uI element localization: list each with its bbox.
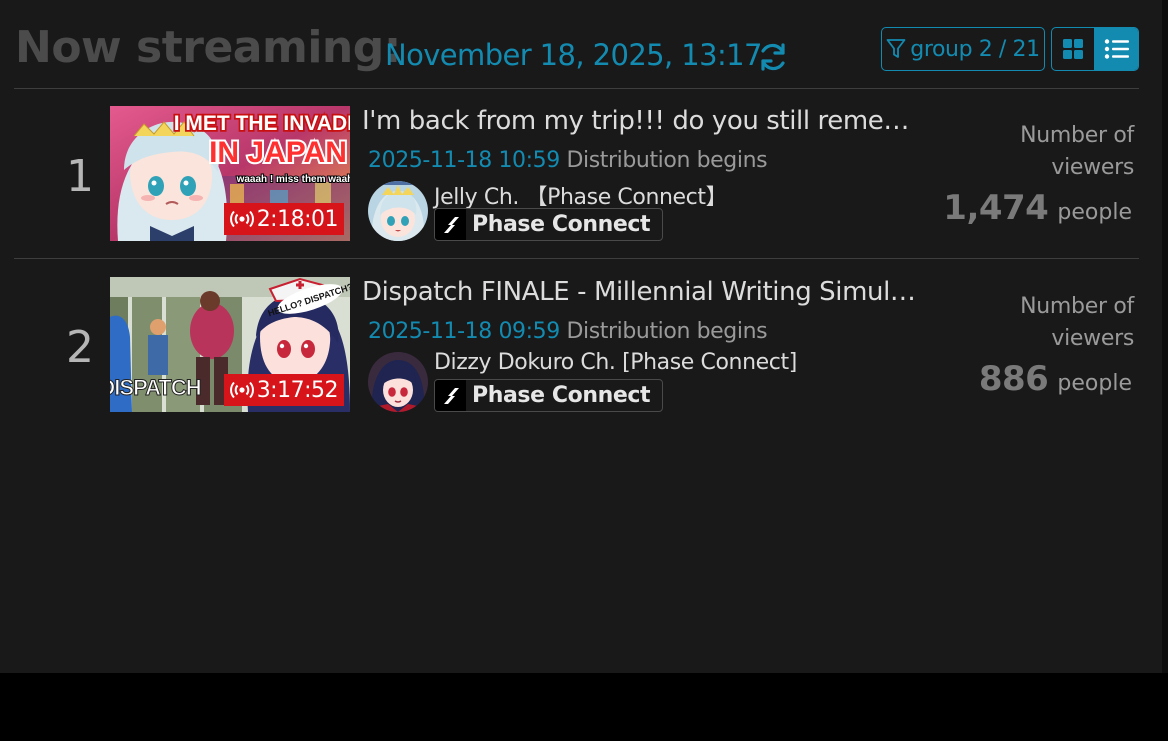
page-title: Now streaming: xyxy=(15,22,401,73)
start-time: 2025-11-18 09:59 xyxy=(368,319,560,344)
thumbnail-caption-2: IN JAPAN xyxy=(209,136,347,169)
stream-rank: 1 xyxy=(66,151,94,202)
refresh-button[interactable] xyxy=(757,41,789,73)
page-header: Now streaming: November 18, 2025, 13:17 … xyxy=(0,0,1162,89)
viewers-label: Number of viewers xyxy=(1020,294,1134,351)
stream-thumbnail[interactable]: HELLO? DISPATCH? DISPATCH 3:17:52 xyxy=(110,277,350,412)
avatar-image xyxy=(368,352,428,412)
header-divider xyxy=(14,88,1139,89)
list-view-button[interactable] xyxy=(1095,28,1138,70)
refresh-icon xyxy=(761,43,785,71)
viewer-unit: people xyxy=(1057,371,1132,396)
viewer-unit: people xyxy=(1057,200,1132,225)
stream-title[interactable]: I'm back from my trip!!! do you still re… xyxy=(362,106,929,136)
filter-icon xyxy=(886,39,906,58)
row-divider xyxy=(14,258,1139,259)
stream-title[interactable]: Dispatch FINALE - Millennial Writing Sim… xyxy=(362,277,929,307)
channel-name[interactable]: Jelly Ch. 【Phase Connect】 xyxy=(434,179,728,211)
stream-row: 1 I MET THE INVAD IN JAPAN waaah ! miss … xyxy=(0,106,1162,266)
channel-avatar[interactable] xyxy=(368,181,428,241)
viewer-count: 1,474 people xyxy=(943,188,1132,228)
avatar-image xyxy=(368,181,428,241)
live-broadcast-icon xyxy=(229,381,254,399)
current-timestamp: November 18, 2025, 13:17 xyxy=(385,38,762,72)
stream-row: 2 HELLO? DISPATCH? ISPATCH 3:17:52 Dispa… xyxy=(0,277,1162,437)
live-broadcast-icon xyxy=(229,210,254,228)
view-toggle xyxy=(1051,27,1139,71)
viewer-number: 1,474 xyxy=(943,188,1049,228)
start-label: Distribution begins xyxy=(566,319,768,344)
start-label: Distribution begins xyxy=(566,148,768,173)
grid-view-button[interactable] xyxy=(1052,28,1096,70)
thumbnail-caption-1: I MET THE INVADERS xyxy=(174,112,350,135)
organization-badge[interactable]: Phase Connect xyxy=(434,208,664,241)
organization-name: Phase Connect xyxy=(472,383,651,408)
thumbnail-caption-3: waaah ! miss them waahh xyxy=(236,174,350,185)
viewer-number: 886 xyxy=(978,359,1049,399)
stream-thumbnail[interactable]: I MET THE INVADERS IN JAPAN waaah ! miss… xyxy=(110,106,350,241)
stream-start: 2025-11-18 09:59 Distribution begins xyxy=(368,319,768,344)
scrollbar-track[interactable] xyxy=(1162,0,1168,673)
phase-connect-logo-icon xyxy=(435,209,466,240)
live-duration: 3:17:52 xyxy=(256,377,339,403)
stream-start: 2025-11-18 10:59 Distribution begins xyxy=(368,148,768,173)
list-view-icon xyxy=(1104,39,1129,59)
channel-avatar[interactable] xyxy=(368,352,428,412)
group-filter-label: group 2 / 21 xyxy=(910,36,1040,62)
app-window: Now streaming: November 18, 2025, 13:17 … xyxy=(0,0,1162,673)
viewer-count: 886 people xyxy=(979,359,1132,399)
stream-rank: 2 xyxy=(66,322,94,373)
viewers-label: Number of viewers xyxy=(1020,123,1134,180)
live-duration: 2:18:01 xyxy=(256,206,339,232)
start-time: 2025-11-18 10:59 xyxy=(368,148,560,173)
phase-connect-logo-icon xyxy=(435,380,466,411)
live-duration-badge: 3:17:52 xyxy=(223,374,344,406)
organization-name: Phase Connect xyxy=(472,212,651,237)
group-filter-button[interactable]: group 2 / 21 xyxy=(881,27,1045,71)
live-duration-badge: 2:18:01 xyxy=(223,203,344,235)
grid-view-icon xyxy=(1063,39,1083,59)
channel-name[interactable]: Dizzy Dokuro Ch. [Phase Connect] xyxy=(434,350,797,375)
thumbnail-logo: DISPATCH xyxy=(110,375,201,400)
organization-badge[interactable]: Phase Connect xyxy=(434,379,664,412)
